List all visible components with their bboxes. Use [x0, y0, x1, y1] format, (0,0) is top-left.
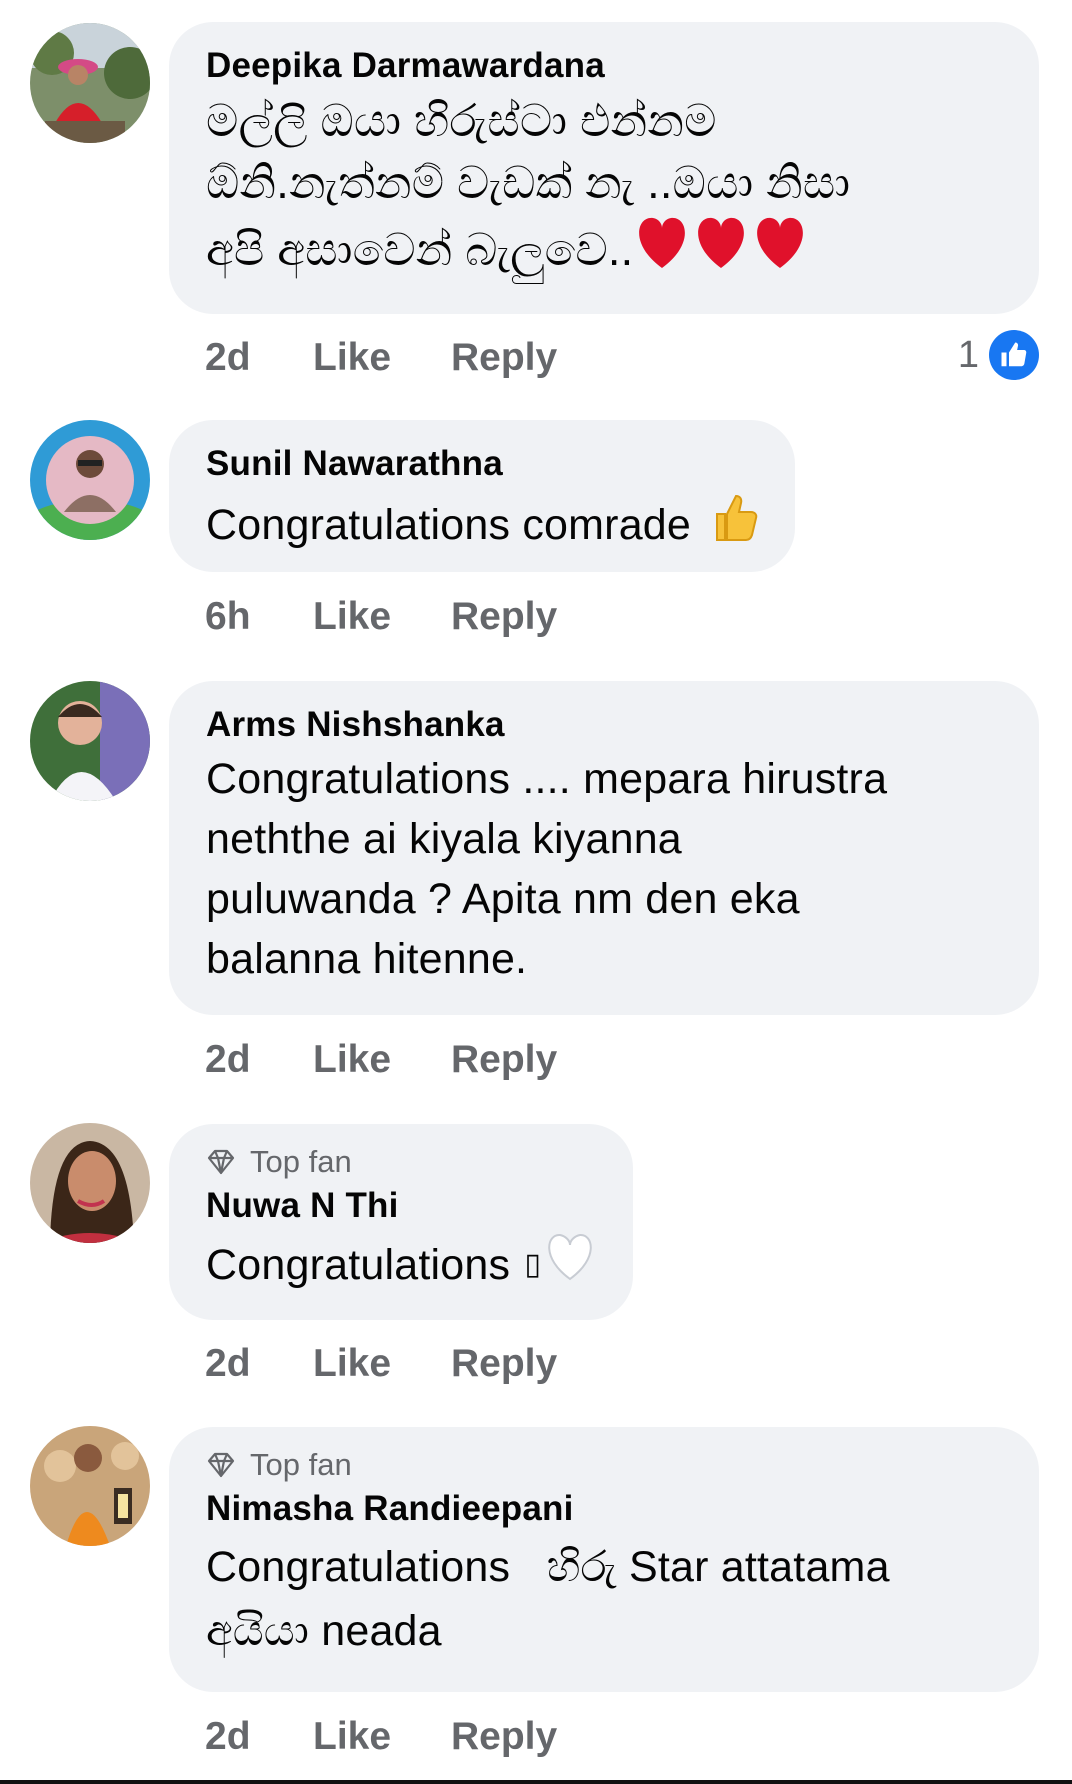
- like-button[interactable]: Like: [313, 1715, 451, 1759]
- reaction-summary[interactable]: 1: [958, 330, 1039, 380]
- comment-line: අපි අසාවෙන් බැලුවෙ..: [206, 214, 1003, 286]
- comment-author[interactable]: Arms Nishshanka: [206, 703, 1003, 747]
- diamond-icon: [206, 1147, 236, 1177]
- comment-text: Congratulations හිරු Star attatama අයියා…: [206, 1535, 1003, 1663]
- comment-text: Congratulations .... mepara hirustra net…: [206, 749, 1003, 989]
- like-button[interactable]: Like: [313, 595, 451, 639]
- reply-button[interactable]: Reply: [451, 1342, 557, 1386]
- comment-author[interactable]: Nimasha Randieepani: [206, 1487, 1003, 1531]
- like-button[interactable]: Like: [313, 1342, 451, 1386]
- comments-page: Deepika Darmawardana මල්ලි ඔයා හිරුස්ටා …: [0, 0, 1072, 1784]
- comment-bubble: Deepika Darmawardana මල්ලි ඔයා හිරුස්ටා …: [169, 22, 1039, 314]
- comment-author[interactable]: Nuwa N Thi: [206, 1184, 597, 1228]
- comment-line: Congratulations comrade: [206, 501, 692, 549]
- comment-bubble: Sunil Nawarathna Congratulations comrade: [169, 420, 796, 572]
- comment-actions: 6h Like Reply: [205, 592, 557, 642]
- reaction-count: 1: [957, 333, 979, 376]
- comment-author[interactable]: Deepika Darmawardana: [206, 44, 1003, 88]
- comment-bubble: Top fan Nimasha Randieepani Congratulati…: [169, 1427, 1039, 1692]
- comment-line-text: අපි අසාවෙන් බැලුවෙ..: [206, 224, 634, 275]
- top-fan-badge[interactable]: Top fan: [206, 1144, 597, 1180]
- badge-label: Top fan: [250, 1144, 352, 1179]
- comment-text: Congratulations comrade: [206, 490, 759, 560]
- comment-actions: 2d Like Reply: [205, 1339, 557, 1389]
- heart-emoji: [633, 214, 809, 286]
- comment-timestamp[interactable]: 2d: [205, 336, 313, 380]
- comment-text: මල්ලි ඔයා හිරුස්ටා එන්නම ඕනි.නැත්නම් වැඩ…: [206, 90, 1003, 286]
- comment-bubble: Top fan Nuwa N Thi Congratulations ▯: [169, 1124, 634, 1320]
- avatar[interactable]: [30, 1426, 150, 1546]
- like-button[interactable]: Like: [313, 336, 451, 380]
- reply-button[interactable]: Reply: [451, 595, 557, 639]
- avatar[interactable]: [30, 420, 150, 540]
- comment-timestamp[interactable]: 2d: [205, 1342, 313, 1386]
- diamond-icon: [206, 1450, 236, 1480]
- comment-timestamp[interactable]: 2d: [205, 1038, 313, 1082]
- badge-label: Top fan: [250, 1447, 352, 1482]
- comment-actions: 2d Like Reply: [205, 1712, 557, 1762]
- comment-line: Congratulations: [206, 1241, 523, 1289]
- reply-button[interactable]: Reply: [451, 336, 557, 380]
- comment-line: මල්ලි ඔයා හිරුස්ටා එන්නම: [206, 95, 717, 146]
- comment-timestamp[interactable]: 2d: [205, 1715, 313, 1759]
- comment-actions: 2d Like Reply: [205, 333, 557, 383]
- bottom-divider: [0, 1780, 1072, 1784]
- comment-timestamp[interactable]: 6h: [205, 595, 313, 639]
- comment-text: Congratulations ▯: [206, 1232, 597, 1298]
- like-reaction-icon: [989, 330, 1039, 380]
- comment-line: neththe ai kiyala kiyanna: [206, 815, 682, 863]
- top-fan-badge[interactable]: Top fan: [206, 1447, 1003, 1483]
- comment-line: Congratulations හිරු Star attatama: [206, 1543, 890, 1591]
- comment-author[interactable]: Sunil Nawarathna: [206, 442, 759, 486]
- avatar[interactable]: [30, 1123, 150, 1243]
- white-heart-emoji: [543, 1232, 597, 1298]
- comment-line: balanna hitenne.: [206, 935, 528, 983]
- avatar[interactable]: [30, 23, 150, 143]
- reply-button[interactable]: Reply: [451, 1715, 557, 1759]
- like-button[interactable]: Like: [313, 1038, 451, 1082]
- comment-line: ඕනි.නැත්නම් වැඩක් නැ ..ඔයා නිසා: [206, 157, 851, 208]
- thumbs-up-emoji: [709, 490, 759, 560]
- avatar[interactable]: [30, 681, 150, 801]
- comment-line: අයියා neada: [206, 1607, 442, 1655]
- comment-bubble: Arms Nishshanka Congratulations .... mep…: [169, 681, 1039, 1015]
- comment-line: Congratulations .... mepara hirustra: [206, 755, 888, 803]
- comment-line: puluwanda ? Apita nm den eka: [206, 875, 800, 923]
- comment-actions: 2d Like Reply: [205, 1035, 557, 1085]
- reply-button[interactable]: Reply: [451, 1038, 557, 1082]
- missing-glyph: ▯: [524, 1247, 542, 1282]
